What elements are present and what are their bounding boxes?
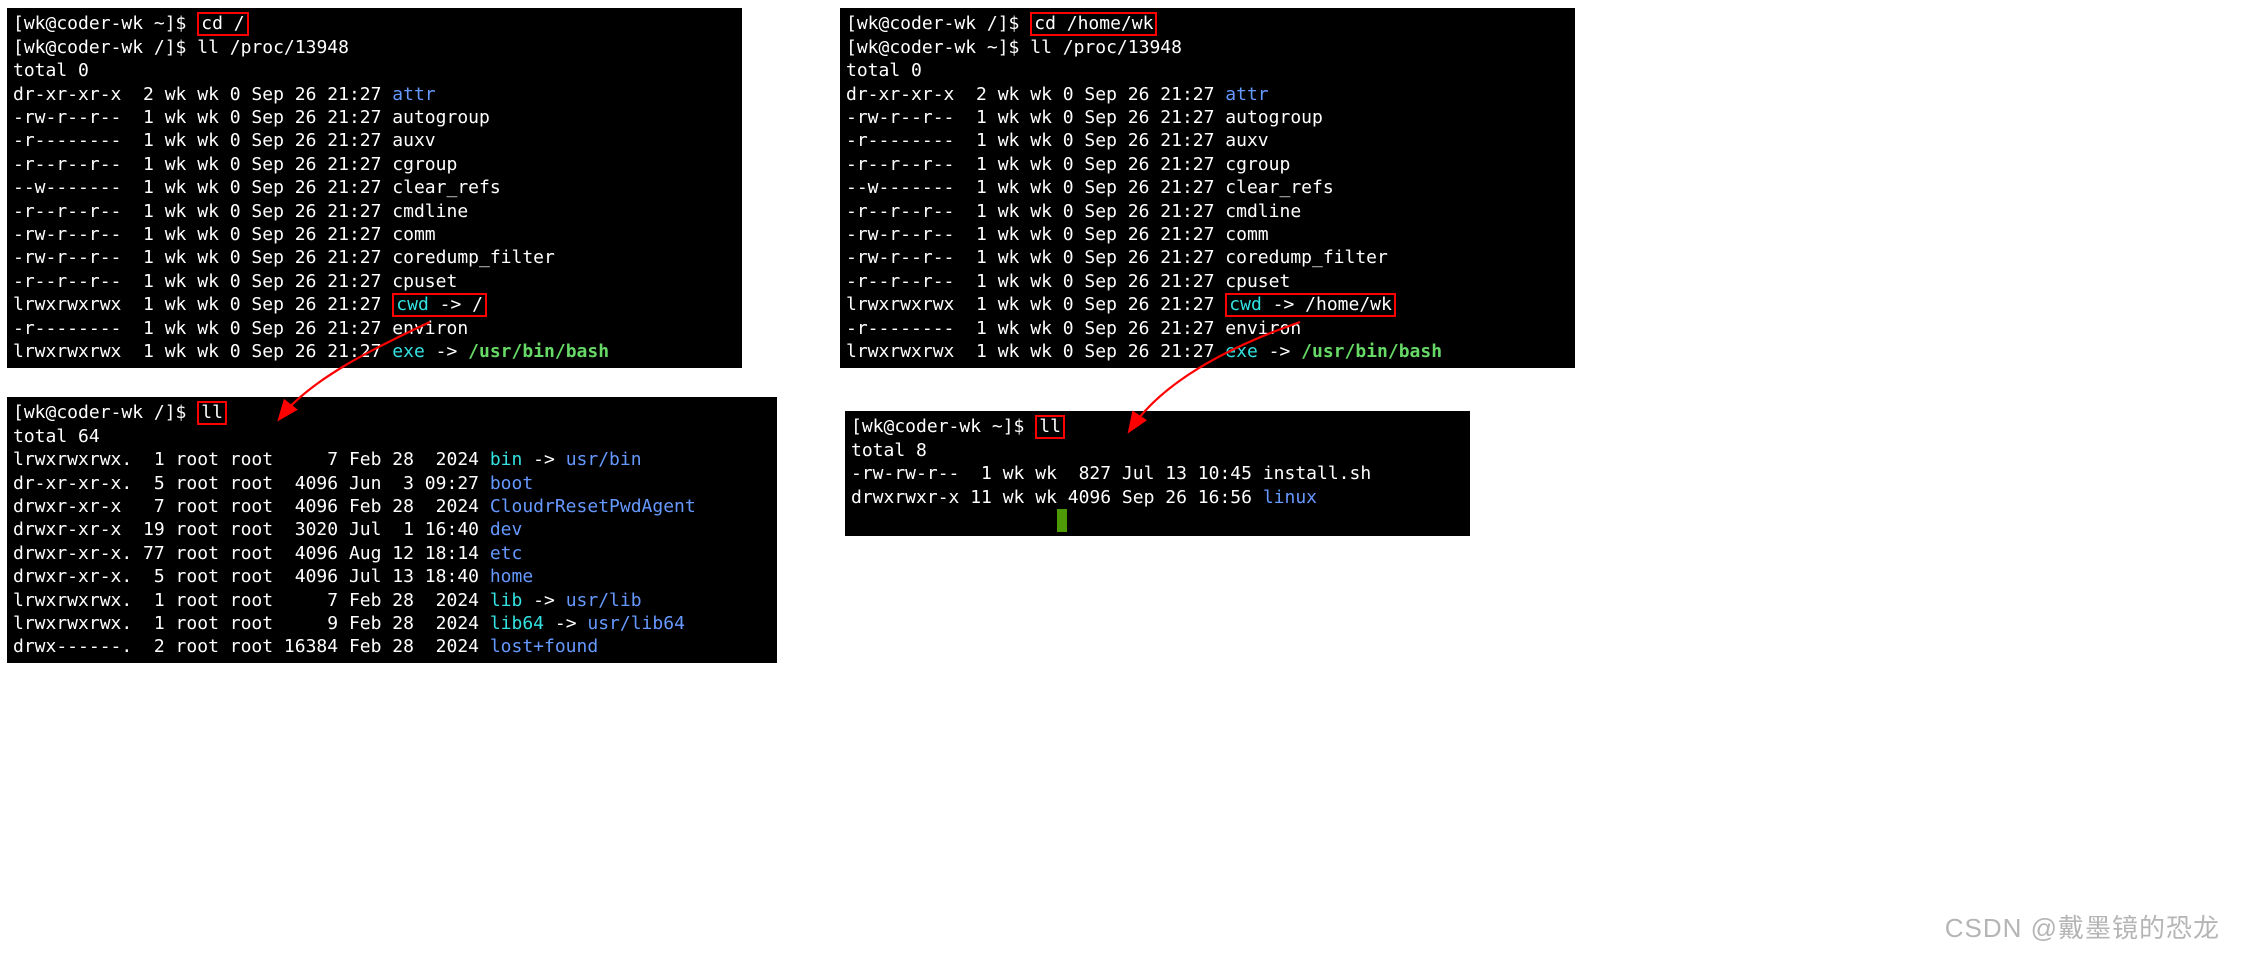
ls-row: -rw-r--r-- 1 wk wk 0 Sep 26 21:27 autogr… (846, 106, 1569, 129)
prompt-line[interactable]: [wk@coder-wk ~]$ cd / (13, 12, 736, 36)
prompt-line[interactable]: [wk@coder-wk /]$ ll (13, 401, 771, 425)
ls-row: -rw-r--r-- 1 wk wk 0 Sep 26 21:27 coredu… (13, 246, 736, 269)
file-name: install.sh (1263, 463, 1371, 484)
ls-row: drwx------. 2 root root 16384 Feb 28 202… (13, 635, 771, 658)
file-name: boot (490, 473, 533, 494)
ls-row: -r-------- 1 wk wk 0 Sep 26 21:27 auxv (13, 129, 736, 152)
file-name: lost+found (490, 636, 598, 657)
ls-row: -r--r--r-- 1 wk wk 0 Sep 26 21:27 cmdlin… (846, 200, 1569, 223)
file-name: bin (490, 449, 523, 470)
terminal-left-bottom: [wk@coder-wk /]$ lltotal 64lrwxrwxrwx. 1… (7, 397, 777, 663)
cursor-line[interactable] (851, 509, 1464, 532)
file-name: auxv (1225, 130, 1268, 151)
total-line: total 0 (13, 59, 736, 82)
file-name: autogroup (1225, 107, 1323, 128)
file-name: attr (1225, 84, 1268, 105)
file-name: exe (1225, 341, 1258, 362)
file-name: cpuset (392, 271, 457, 292)
ls-row: drwxr-xr-x 7 root root 4096 Feb 28 2024 … (13, 495, 771, 518)
ls-row: drwxr-xr-x. 5 root root 4096 Jul 13 18:4… (13, 565, 771, 588)
ls-row: lrwxrwxrwx 1 wk wk 0 Sep 26 21:27 cwd ->… (846, 293, 1569, 317)
file-name: environ (392, 318, 468, 339)
file-name: exe (392, 341, 425, 362)
file-name: clear_refs (392, 177, 500, 198)
ls-row: -r--r--r-- 1 wk wk 0 Sep 26 21:27 cpuset (13, 270, 736, 293)
total-line: total 8 (851, 439, 1464, 462)
prompt-line[interactable]: [wk@coder-wk ~]$ ll /proc/13948 (846, 36, 1569, 59)
ls-row: --w------- 1 wk wk 0 Sep 26 21:27 clear_… (846, 176, 1569, 199)
ls-row: drwxr-xr-x 19 root root 3020 Jul 1 16:40… (13, 518, 771, 541)
file-name: CloudrResetPwdAgent (490, 496, 696, 517)
ls-row: -rw-r--r-- 1 wk wk 0 Sep 26 21:27 autogr… (13, 106, 736, 129)
ls-row: lrwxrwxrwx. 1 root root 7 Feb 28 2024 bi… (13, 448, 771, 471)
file-name: cgroup (392, 154, 457, 175)
file-name: cmdline (1225, 201, 1301, 222)
ls-row: -rw-r--r-- 1 wk wk 0 Sep 26 21:27 coredu… (846, 246, 1569, 269)
file-name: dev (490, 519, 523, 540)
prompt-line[interactable]: [wk@coder-wk /]$ ll /proc/13948 (13, 36, 736, 59)
file-name: cmdline (392, 201, 468, 222)
file-name: cwd (1229, 294, 1262, 315)
ls-row: -r-------- 1 wk wk 0 Sep 26 21:27 enviro… (846, 317, 1569, 340)
total-line: total 0 (846, 59, 1569, 82)
ls-row: -rw-rw-r-- 1 wk wk 827 Jul 13 10:45 inst… (851, 462, 1464, 485)
ls-row: -r-------- 1 wk wk 0 Sep 26 21:27 enviro… (13, 317, 736, 340)
file-name: autogroup (392, 107, 490, 128)
ls-row: -r--r--r-- 1 wk wk 0 Sep 26 21:27 cpuset (846, 270, 1569, 293)
ls-row: dr-xr-xr-x. 5 root root 4096 Jun 3 09:27… (13, 472, 771, 495)
file-name: lib (490, 590, 523, 611)
file-name: comm (1225, 224, 1268, 245)
ls-row: lrwxrwxrwx 1 wk wk 0 Sep 26 21:27 exe ->… (13, 340, 736, 363)
file-name: cwd (396, 294, 429, 315)
ls-row: -rw-r--r-- 1 wk wk 0 Sep 26 21:27 comm (846, 223, 1569, 246)
ls-row: lrwxrwxrwx 1 wk wk 0 Sep 26 21:27 exe ->… (846, 340, 1569, 363)
file-name: etc (490, 543, 523, 564)
ls-row: dr-xr-xr-x 2 wk wk 0 Sep 26 21:27 attr (846, 83, 1569, 106)
file-name: auxv (392, 130, 435, 151)
file-name: attr (392, 84, 435, 105)
total-line: total 64 (13, 425, 771, 448)
ls-row: drwxr-xr-x. 77 root root 4096 Aug 12 18:… (13, 542, 771, 565)
ls-row: lrwxrwxrwx. 1 root root 9 Feb 28 2024 li… (13, 612, 771, 635)
terminal-right-top: [wk@coder-wk /]$ cd /home/wk[wk@coder-wk… (840, 8, 1575, 368)
ls-row: lrwxrwxrwx 1 wk wk 0 Sep 26 21:27 cwd ->… (13, 293, 736, 317)
file-name: lib64 (490, 613, 544, 634)
file-name: linux (1263, 487, 1317, 508)
file-name: home (490, 566, 533, 587)
file-name: comm (392, 224, 435, 245)
ls-row: -rw-r--r-- 1 wk wk 0 Sep 26 21:27 comm (13, 223, 736, 246)
file-name: cgroup (1225, 154, 1290, 175)
file-name: coredump_filter (392, 247, 555, 268)
prompt-line[interactable]: [wk@coder-wk ~]$ ll (851, 415, 1464, 439)
file-name: cpuset (1225, 271, 1290, 292)
ls-row: -r--r--r-- 1 wk wk 0 Sep 26 21:27 cmdlin… (13, 200, 736, 223)
prompt-line[interactable]: [wk@coder-wk /]$ cd /home/wk (846, 12, 1569, 36)
file-name: coredump_filter (1225, 247, 1388, 268)
ls-row: -r-------- 1 wk wk 0 Sep 26 21:27 auxv (846, 129, 1569, 152)
ls-row: -r--r--r-- 1 wk wk 0 Sep 26 21:27 cgroup (13, 153, 736, 176)
file-name: clear_refs (1225, 177, 1333, 198)
ls-row: -r--r--r-- 1 wk wk 0 Sep 26 21:27 cgroup (846, 153, 1569, 176)
ls-row: dr-xr-xr-x 2 wk wk 0 Sep 26 21:27 attr (13, 83, 736, 106)
file-name: environ (1225, 318, 1301, 339)
terminal-left-top: [wk@coder-wk ~]$ cd /[wk@coder-wk /]$ ll… (7, 8, 742, 368)
ls-row: --w------- 1 wk wk 0 Sep 26 21:27 clear_… (13, 176, 736, 199)
ls-row: lrwxrwxrwx. 1 root root 7 Feb 28 2024 li… (13, 589, 771, 612)
ls-row: drwxrwxr-x 11 wk wk 4096 Sep 26 16:56 li… (851, 486, 1464, 509)
watermark: CSDN @戴墨镜的恐龙 (1945, 912, 2220, 946)
terminal-right-bottom: [wk@coder-wk ~]$ lltotal 8-rw-rw-r-- 1 w… (845, 411, 1470, 536)
